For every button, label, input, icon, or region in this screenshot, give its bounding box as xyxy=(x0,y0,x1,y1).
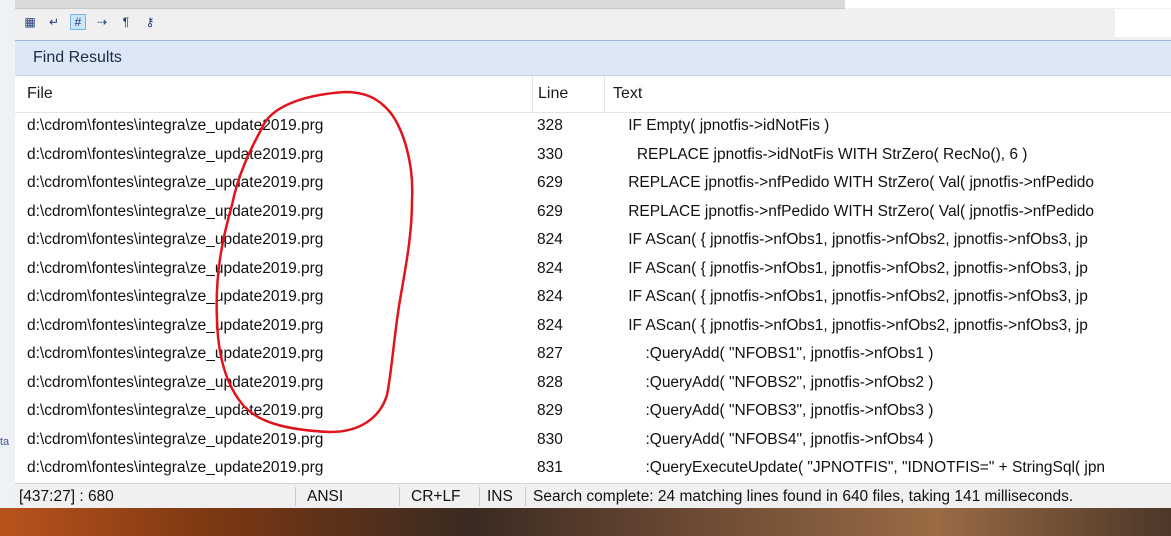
result-row[interactable]: d:\cdrom\fontes\integra\ze_update2019.pr… xyxy=(15,369,1171,398)
status-cursor-position: [437:27] : 680 xyxy=(19,488,114,505)
result-file: d:\cdrom\fontes\integra\ze_update2019.pr… xyxy=(27,316,324,334)
result-text: REPLACE jpnotfis->idNotFis WITH StrZero(… xyxy=(611,145,1028,163)
result-row[interactable]: d:\cdrom\fontes\integra\ze_update2019.pr… xyxy=(15,226,1171,255)
desktop-partial-label: ta xyxy=(0,436,10,448)
result-row[interactable]: d:\cdrom\fontes\integra\ze_update2019.pr… xyxy=(15,340,1171,369)
status-encoding[interactable]: ANSI xyxy=(307,484,343,509)
result-file: d:\cdrom\fontes\integra\ze_update2019.pr… xyxy=(27,430,324,448)
hash-icon[interactable]: # xyxy=(70,14,86,30)
result-text: IF AScan( { jpnotfis->nfObs1, jpnotfis->… xyxy=(611,231,1088,248)
column-header-text[interactable]: Text xyxy=(605,76,1171,112)
result-file: d:\cdrom\fontes\integra\ze_update2019.pr… xyxy=(27,373,324,391)
toolbar-right-area xyxy=(1115,9,1171,37)
result-row[interactable]: d:\cdrom\fontes\integra\ze_update2019.pr… xyxy=(15,283,1171,312)
result-file: d:\cdrom\fontes\integra\ze_update2019.pr… xyxy=(27,459,324,476)
result-text: IF AScan( { jpnotfis->nfObs1, jpnotfis->… xyxy=(611,288,1088,305)
editor-tab-strip xyxy=(15,0,845,9)
column-header-line[interactable]: Line xyxy=(529,76,605,112)
result-line-number: 629 xyxy=(537,174,563,191)
status-bar: [437:27] : 680 ANSI CR+LF INS Search com… xyxy=(15,483,1171,509)
results-grid-header: File Line Text xyxy=(15,76,1171,113)
result-line-number: 824 xyxy=(537,231,563,248)
result-row[interactable]: d:\cdrom\fontes\integra\ze_update2019.pr… xyxy=(15,169,1171,198)
result-line-number: 831 xyxy=(537,459,563,476)
find-results-title: Find Results xyxy=(15,41,1171,76)
result-text: :QueryAdd( "NFOBS2", jpnotfis->nfObs2 ) xyxy=(611,373,934,391)
result-file: d:\cdrom\fontes\integra\ze_update2019.pr… xyxy=(27,288,324,305)
result-file: d:\cdrom\fontes\integra\ze_update2019.pr… xyxy=(27,345,324,362)
result-line-number: 824 xyxy=(537,259,563,277)
status-message: Search complete: 24 matching lines found… xyxy=(533,488,1074,505)
result-line-number: 829 xyxy=(537,402,563,419)
result-line-number: 828 xyxy=(537,373,563,391)
result-row[interactable]: d:\cdrom\fontes\integra\ze_update2019.pr… xyxy=(15,112,1171,141)
result-line-number: 824 xyxy=(537,316,563,334)
result-row[interactable]: d:\cdrom\fontes\integra\ze_update2019.pr… xyxy=(15,426,1171,455)
result-line-number: 330 xyxy=(537,145,563,163)
result-file: d:\cdrom\fontes\integra\ze_update2019.pr… xyxy=(27,231,324,248)
column-header-file[interactable]: File xyxy=(19,76,533,112)
status-separator xyxy=(399,487,400,506)
result-line-number: 824 xyxy=(537,288,563,305)
result-line-number: 629 xyxy=(537,202,563,220)
result-file: d:\cdrom\fontes\integra\ze_update2019.pr… xyxy=(27,174,324,191)
results-list: d:\cdrom\fontes\integra\ze_update2019.pr… xyxy=(15,112,1171,484)
result-row[interactable]: d:\cdrom\fontes\integra\ze_update2019.pr… xyxy=(15,198,1171,227)
status-insert-mode[interactable]: INS xyxy=(487,484,513,509)
result-file: d:\cdrom\fontes\integra\ze_update2019.pr… xyxy=(27,145,324,163)
status-separator xyxy=(479,487,480,506)
result-file: d:\cdrom\fontes\integra\ze_update2019.pr… xyxy=(27,402,324,419)
desktop-background xyxy=(0,508,1171,536)
result-text: :QueryAdd( "NFOBS1", jpnotfis->nfObs1 ) xyxy=(611,345,934,362)
result-row[interactable]: d:\cdrom\fontes\integra\ze_update2019.pr… xyxy=(15,397,1171,426)
result-text: :QueryAdd( "NFOBS3", jpnotfis->nfObs3 ) xyxy=(611,402,934,419)
status-separator xyxy=(295,487,296,506)
result-file: d:\cdrom\fontes\integra\ze_update2019.pr… xyxy=(27,259,324,277)
result-row[interactable]: d:\cdrom\fontes\integra\ze_update2019.pr… xyxy=(15,141,1171,170)
arrow-right-icon[interactable]: ⇢ xyxy=(95,15,109,29)
result-text: IF Empty( jpnotfis->idNotFis ) xyxy=(611,117,830,134)
result-row[interactable]: d:\cdrom\fontes\integra\ze_update2019.pr… xyxy=(15,312,1171,341)
find-results-panel: Find Results File Line Text d:\cdrom\fon… xyxy=(15,40,1171,484)
result-line-number: 827 xyxy=(537,345,563,362)
result-file: d:\cdrom\fontes\integra\ze_update2019.pr… xyxy=(27,202,324,220)
result-text: :QueryAdd( "NFOBS4", jpnotfis->nfObs4 ) xyxy=(611,430,934,448)
result-text: IF AScan( { jpnotfis->nfObs1, jpnotfis->… xyxy=(611,316,1088,334)
word-wrap-icon[interactable]: ↵ xyxy=(47,15,61,29)
result-file: d:\cdrom\fontes\integra\ze_update2019.pr… xyxy=(27,117,324,134)
pilcrow-icon[interactable]: ¶ xyxy=(119,15,133,29)
editor-tab-strip-empty xyxy=(845,0,1171,8)
status-separator xyxy=(525,487,526,506)
editor-window: ▦ ↵ # ⇢ ¶ ⚷ Find Results File Line Text d:\cd… xyxy=(15,0,1171,509)
toolbar: ▦ ↵ # ⇢ ¶ ⚷ xyxy=(15,9,1171,35)
result-text: REPLACE jpnotfis->nfPedido WITH StrZero(… xyxy=(611,202,1094,220)
key-icon[interactable]: ⚷ xyxy=(143,15,157,29)
result-line-number: 328 xyxy=(537,117,563,134)
color-grid-icon[interactable]: ▦ xyxy=(23,15,37,29)
result-text: :QueryExecuteUpdate( "JPNOTFIS", "IDNOTF… xyxy=(611,459,1106,476)
result-text: REPLACE jpnotfis->nfPedido WITH StrZero(… xyxy=(611,174,1094,191)
result-line-number: 830 xyxy=(537,430,563,448)
result-row[interactable]: d:\cdrom\fontes\integra\ze_update2019.pr… xyxy=(15,454,1171,483)
result-text: IF AScan( { jpnotfis->nfObs1, jpnotfis->… xyxy=(611,259,1088,277)
result-row[interactable]: d:\cdrom\fontes\integra\ze_update2019.pr… xyxy=(15,255,1171,284)
status-line-endings[interactable]: CR+LF xyxy=(411,484,461,509)
